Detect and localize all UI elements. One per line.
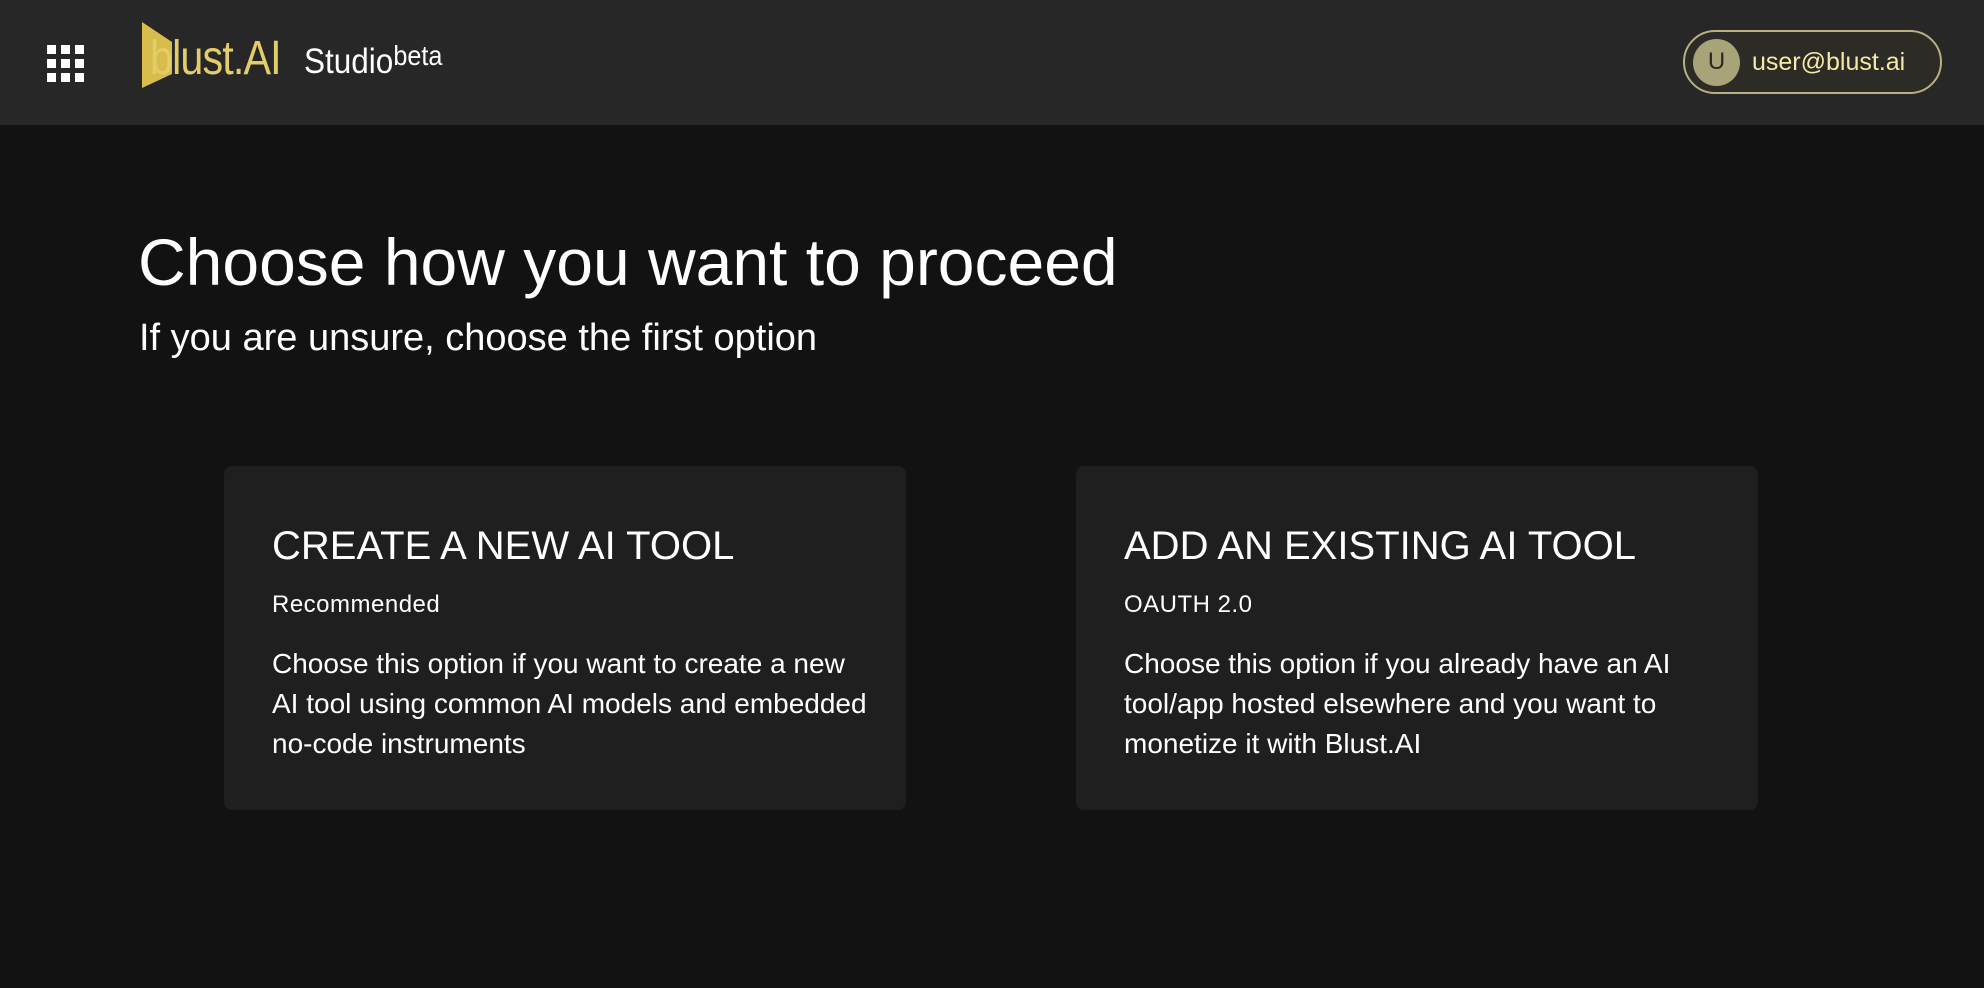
user-email: user@blust.ai [1752,47,1906,76]
card-description: Choose this option if you want to create… [272,648,867,759]
product-label: Studio [304,42,394,81]
create-new-ai-tool-card[interactable]: CREATE A NEW AI TOOL Recommended Choose … [224,466,906,810]
add-existing-ai-tool-card[interactable]: ADD AN EXISTING AI TOOL OAUTH 2.0 Choose… [1076,466,1758,810]
card-description: Choose this option if you already have a… [1124,648,1671,759]
logo-text: blust.AI [150,32,282,85]
user-menu-button[interactable]: U user@blust.ai [1683,30,1942,94]
card-tag: OAUTH 2.0 [1124,591,1253,618]
blust-logo[interactable]: blust.AI [142,22,302,88]
card-tag: Recommended [272,591,441,618]
page-title: Choose how you want to proceed [138,225,1118,299]
apps-grid-icon[interactable] [44,42,84,82]
beta-badge: beta [393,40,443,71]
product-name: Studiobeta [304,40,442,84]
top-bar: blust.AI Studiobeta U user@blust.ai [0,0,1984,125]
avatar: U [1693,38,1740,86]
card-title: CREATE A NEW AI TOOL [272,524,735,568]
page-subtitle: If you are unsure, choose the first opti… [139,317,818,359]
card-title: ADD AN EXISTING AI TOOL [1124,524,1637,568]
